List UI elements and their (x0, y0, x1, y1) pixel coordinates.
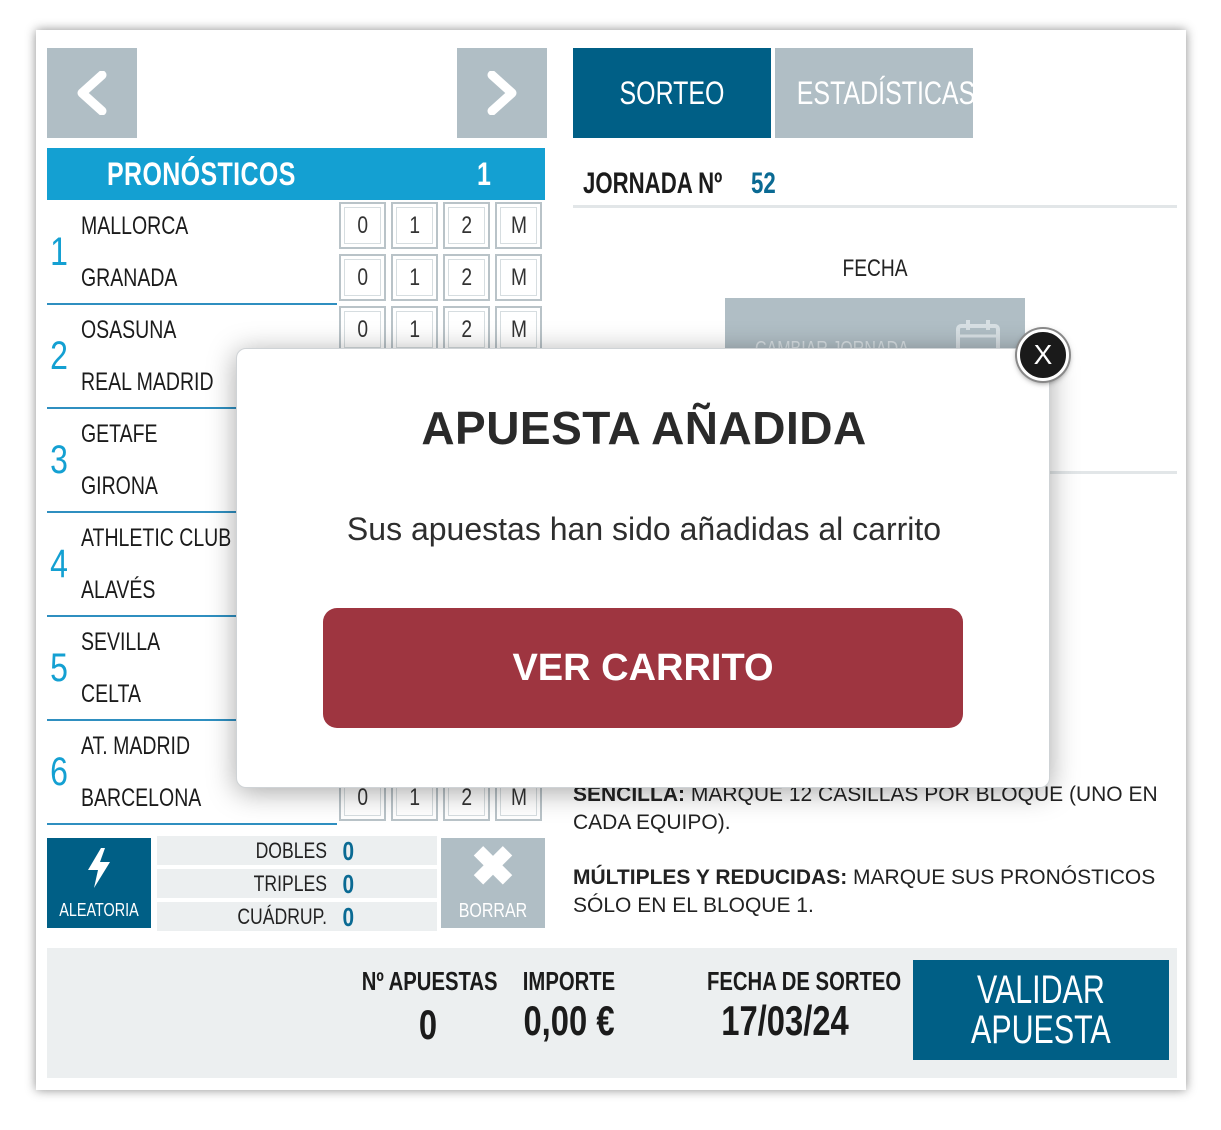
dobles-value: 0 (342, 836, 355, 866)
close-icon: X (1033, 339, 1053, 370)
prediction-box-label: 2 (461, 211, 472, 239)
lightning-icon (88, 848, 110, 888)
home-team: ATHLETIC CLUB (81, 524, 232, 552)
tab-sorteo-label: SORTEO (619, 75, 725, 111)
match-number: 2 (50, 334, 68, 378)
away-team: CELTA (81, 680, 141, 708)
close-modal-button[interactable]: X (1017, 329, 1069, 381)
pronosticos-header: PRONÓSTICOS 1 (47, 148, 545, 200)
prediction-box-0[interactable]: 0 (339, 202, 386, 249)
previous-jornada-button[interactable] (47, 48, 137, 138)
aleatoria-button[interactable]: ALEATORIA (47, 838, 151, 928)
prediction-box-label: 2 (461, 263, 472, 291)
jornada-value: 52 (751, 167, 776, 200)
apuestas-value: 0 (418, 1001, 438, 1048)
prediction-box-m[interactable]: M (495, 306, 542, 353)
fecha-sorteo-label: FECHA DE SORTEO (707, 966, 902, 996)
home-team: AT. MADRID (81, 732, 191, 760)
match-number: 5 (50, 646, 68, 690)
chevron-left-icon (77, 71, 107, 115)
home-team: GETAFE (81, 420, 158, 448)
pronosticos-block-number: 1 (477, 156, 491, 192)
pronosticos-title: PRONÓSTICOS (107, 156, 296, 192)
prediction-box-label: 1 (409, 315, 420, 343)
away-team: GRANADA (81, 264, 178, 292)
apuestas-summary: Nº APUESTAS 0 (343, 966, 513, 1049)
tab-estadisticas[interactable]: ESTADÍSTICAS (775, 48, 976, 138)
importe-value: 0,00 € (523, 997, 615, 1044)
sencilla-instructions: SENCILLA: MARQUE 12 CASILLAS POR BLOQUE … (573, 781, 1173, 837)
home-team: MALLORCA (81, 212, 189, 240)
multiples-title: MÚLTIPLES Y REDUCIDAS: (573, 866, 848, 889)
home-team: SEVILLA (81, 628, 161, 656)
aleatoria-label: ALEATORIA (59, 900, 139, 920)
home-team: OSASUNA (81, 316, 177, 344)
apuestas-label: Nº APUESTAS (361, 966, 498, 996)
cuadruples-label: CUÁDRUP. (237, 904, 327, 929)
multiples-instructions: MÚLTIPLES Y REDUCIDAS: MARQUE SUS PRONÓS… (573, 864, 1173, 920)
chevron-right-icon (487, 71, 517, 115)
prediction-box-label: 0 (357, 263, 368, 291)
away-team: GIRONA (81, 472, 158, 500)
away-team: REAL MADRID (81, 368, 214, 396)
prediction-box-label: M (510, 315, 527, 343)
triples-counter: TRIPLES 0 (157, 869, 437, 899)
fecha-label: FECHA (842, 255, 908, 282)
prediction-box-label: 1 (409, 211, 420, 239)
prediction-box-label: 0 (357, 315, 368, 343)
away-team: ALAVÉS (81, 576, 156, 604)
jornada-row: JORNADA Nº 52 (573, 165, 1177, 208)
triples-value: 0 (342, 869, 355, 899)
tab-sorteo[interactable]: SORTEO (573, 48, 771, 138)
prediction-box-2[interactable]: 2 (443, 202, 490, 249)
summary-footer: Nº APUESTAS 0 IMPORTE 0,00 € FECHA DE SO… (47, 948, 1177, 1078)
match-divider (47, 823, 337, 825)
prediction-box-1[interactable]: 1 (391, 306, 438, 353)
triples-label: TRIPLES (253, 871, 327, 896)
prediction-box-m[interactable]: M (495, 254, 542, 301)
prediction-box-0[interactable]: 0 (339, 306, 386, 353)
bet-added-modal: APUESTA AÑADIDA Sus apuestas han sido añ… (236, 348, 1050, 788)
cuadruples-counter: CUÁDRUP. 0 (157, 902, 437, 932)
prediction-box-0[interactable]: 0 (339, 254, 386, 301)
prediction-box-m[interactable]: M (495, 202, 542, 249)
prediction-box-label: M (510, 211, 527, 239)
importe-summary: IMPORTE 0,00 € (507, 966, 631, 1045)
cuadruples-value: 0 (342, 902, 355, 932)
validar-apuesta-button[interactable]: VALIDAR APUESTA (913, 960, 1169, 1060)
borrar-label: BORRAR (458, 900, 528, 922)
borrar-button[interactable]: ✖ BORRAR (441, 838, 545, 928)
modal-title: APUESTA AÑADIDA (421, 402, 867, 454)
importe-label: IMPORTE (522, 966, 616, 996)
prediction-box-1[interactable]: 1 (391, 254, 438, 301)
prediction-box-label: 2 (461, 315, 472, 343)
prediction-box-1[interactable]: 1 (391, 202, 438, 249)
prediction-box-label: M (510, 263, 527, 291)
match-number: 3 (50, 438, 68, 482)
tab-estadisticas-label: ESTADÍSTICAS (796, 75, 976, 111)
validar-line1: VALIDAR (977, 968, 1105, 1012)
jornada-label: JORNADA Nº (583, 167, 723, 200)
validar-line2: APUESTA (971, 1008, 1111, 1052)
clear-icon: ✖ (470, 837, 516, 897)
fecha-sorteo-summary: FECHA DE SORTEO 17/03/24 (685, 966, 902, 1045)
match-number: 1 (50, 230, 68, 274)
match-row: 1 MALLORCA GRANADA 0 1 2 M 0 1 2 M (47, 200, 545, 305)
prediction-box-label: 1 (409, 263, 420, 291)
modal-message: Sus apuestas han sido añadidas al carrit… (346, 511, 942, 547)
prediction-box-2[interactable]: 2 (443, 306, 490, 353)
prediction-box-2[interactable]: 2 (443, 254, 490, 301)
dobles-label: DOBLES (255, 838, 327, 863)
match-number: 6 (50, 750, 68, 794)
next-jornada-button[interactable] (457, 48, 547, 138)
match-number: 4 (50, 542, 68, 586)
fecha-sorteo-value: 17/03/24 (721, 997, 849, 1044)
prediction-box-label: 0 (357, 211, 368, 239)
ver-carrito-button[interactable]: VER CARRITO (323, 608, 963, 728)
dobles-counter: DOBLES 0 (157, 836, 437, 866)
away-team: BARCELONA (81, 784, 202, 812)
